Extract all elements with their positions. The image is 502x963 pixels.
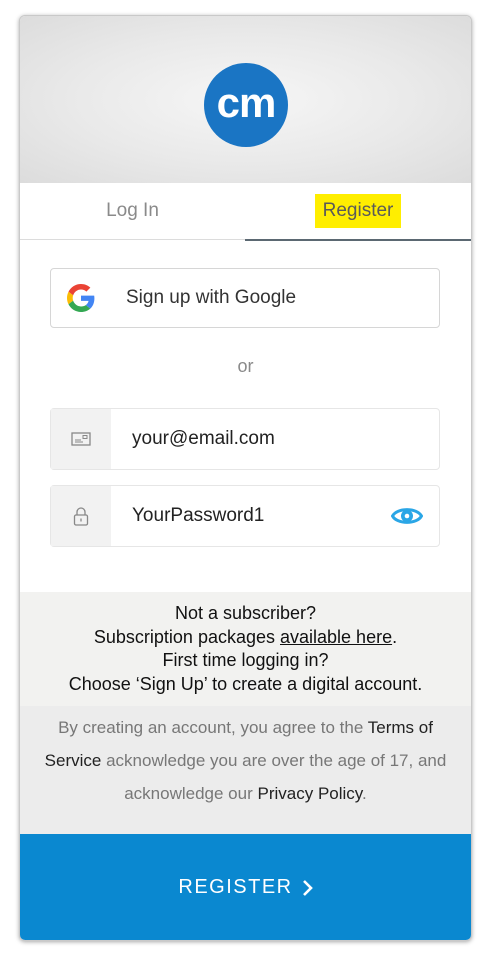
tab-log-in[interactable]: Log In — [20, 183, 245, 240]
lock-icon — [73, 507, 89, 526]
or-divider: or — [237, 356, 254, 376]
email-field — [50, 408, 440, 470]
privacy-policy-link[interactable]: Privacy Policy — [257, 784, 362, 803]
google-icon — [67, 284, 95, 312]
subscription-packages-text: Subscription packages — [93, 626, 280, 647]
register-button-label: REGISTER — [178, 875, 293, 898]
logo-text: cm — [216, 79, 277, 126]
subscription-packages-line: Subscription packages available here. — [20, 626, 471, 650]
cm-logo: cm — [204, 63, 288, 147]
password-field — [50, 485, 440, 547]
eye-icon[interactable] — [391, 503, 423, 529]
google-signup-label: Sign up with Google — [126, 287, 297, 308]
sign-up-instruction: Choose ‘Sign Up’ to create a digital acc… — [68, 673, 423, 694]
subscriber-info: Not a subscriber? Subscription packages … — [20, 592, 471, 706]
register-card: cm Log In Register Sign up with Google o… — [19, 15, 472, 941]
password-input[interactable] — [111, 486, 381, 546]
chevron-right-icon — [302, 880, 313, 896]
terms-suffix: . — [362, 784, 367, 803]
register-button[interactable]: REGISTER — [20, 834, 471, 940]
google-signup-button[interactable]: Sign up with Google — [50, 268, 440, 328]
first-time-question: First time logging in? — [162, 650, 329, 670]
email-input[interactable] — [111, 409, 381, 469]
subscription-packages-suffix: . — [392, 626, 398, 647]
email-icon-box — [51, 409, 111, 469]
tab-register[interactable]: Register — [245, 183, 471, 241]
subscriber-question: Not a subscriber? — [174, 603, 317, 623]
auth-tabs: Log In Register — [20, 183, 471, 241]
email-card-icon — [71, 432, 91, 446]
header-banner: cm — [20, 16, 471, 183]
terms-notice: By creating an account, you agree to the… — [20, 706, 471, 834]
tab-register-label: Register — [314, 194, 402, 228]
terms-prefix: By creating an account, you agree to the — [58, 718, 368, 737]
available-here-link[interactable]: available here — [280, 627, 392, 647]
password-icon-box — [51, 486, 111, 546]
tab-log-in-label: Log In — [106, 200, 159, 221]
